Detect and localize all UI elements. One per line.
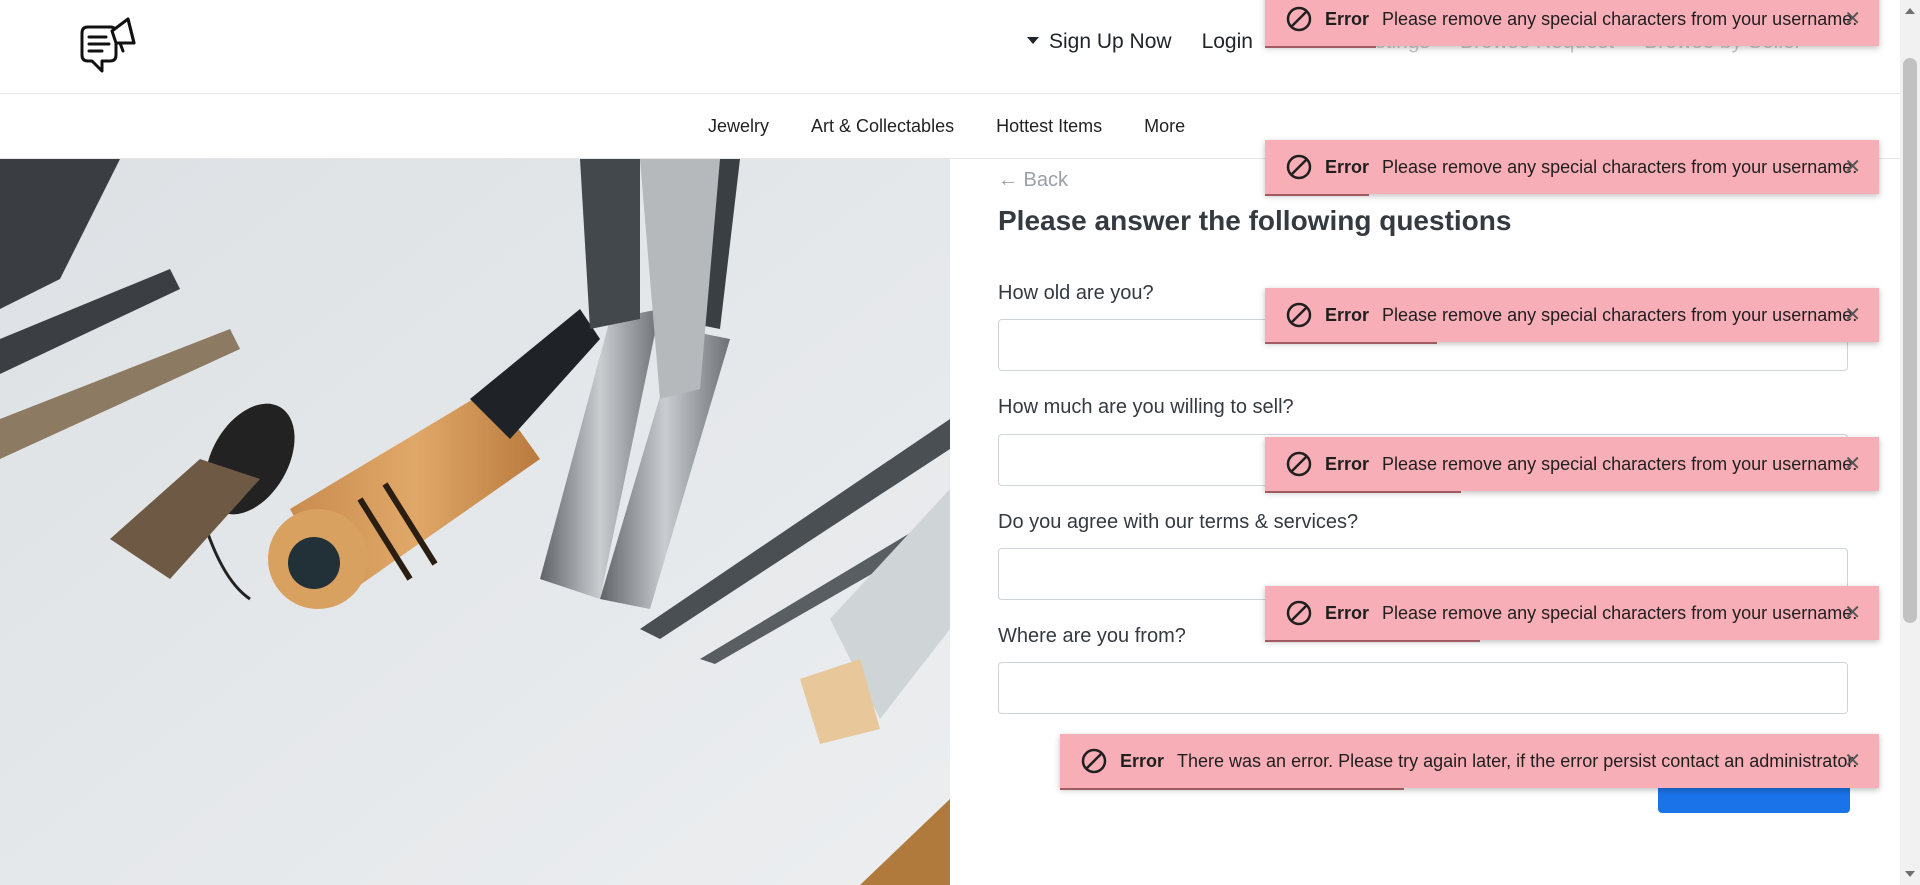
toast-message: There was an error. Please try again lat… bbox=[1177, 750, 1858, 771]
toast-progress bbox=[1265, 491, 1462, 493]
toast-title: Error bbox=[1325, 156, 1370, 177]
signup-dropdown[interactable]: Sign Up Now bbox=[1027, 30, 1172, 54]
prohibited-icon bbox=[1286, 600, 1312, 626]
error-toast: Error Please remove any special characte… bbox=[1265, 0, 1879, 48]
close-icon[interactable]: ✕ bbox=[1844, 600, 1861, 625]
prohibited-icon bbox=[1286, 302, 1312, 328]
category-more[interactable]: More bbox=[1144, 116, 1185, 137]
close-icon[interactable]: ✕ bbox=[1844, 748, 1861, 773]
prohibited-icon bbox=[1286, 6, 1312, 32]
question-age-label: How old are you? bbox=[998, 282, 1154, 304]
prohibited-icon bbox=[1081, 748, 1107, 774]
error-toast: Error Please remove any special characte… bbox=[1265, 140, 1879, 196]
scroll-down-icon[interactable] bbox=[1905, 871, 1915, 877]
close-icon[interactable]: ✕ bbox=[1844, 451, 1861, 476]
close-icon[interactable]: ✕ bbox=[1844, 302, 1861, 327]
login-link[interactable]: Login bbox=[1202, 30, 1253, 54]
close-icon[interactable]: ✕ bbox=[1844, 6, 1861, 31]
toast-progress bbox=[1265, 640, 1480, 642]
toast-title: Error bbox=[1120, 750, 1165, 771]
question-sell-label: How much are you willing to sell? bbox=[998, 396, 1294, 418]
toast-title: Error bbox=[1325, 602, 1370, 623]
error-toast: Error Please remove any special characte… bbox=[1265, 437, 1879, 493]
prohibited-icon bbox=[1286, 154, 1312, 180]
toast-message: Please remove any special characters fro… bbox=[1382, 602, 1858, 623]
close-icon[interactable]: ✕ bbox=[1844, 154, 1861, 179]
toast-progress bbox=[1265, 194, 1370, 196]
toast-title: Error bbox=[1325, 304, 1370, 325]
page-title: Please answer the following questions bbox=[998, 205, 1512, 236]
caret-down-icon bbox=[1027, 36, 1039, 44]
tools-photo bbox=[0, 159, 950, 885]
toast-progress bbox=[1265, 342, 1437, 344]
toast-title: Error bbox=[1325, 453, 1370, 474]
toast-message: Please remove any special characters fro… bbox=[1382, 156, 1858, 177]
toast-message: Please remove any special characters fro… bbox=[1382, 304, 1858, 325]
toast-message: Please remove any special characters fro… bbox=[1382, 8, 1858, 29]
page-scrollbar[interactable] bbox=[1900, 0, 1920, 885]
category-art-collectables[interactable]: Art & Collectables bbox=[811, 116, 954, 137]
toast-message: Please remove any special characters fro… bbox=[1382, 453, 1858, 474]
toast-title: Error bbox=[1325, 8, 1370, 29]
category-hottest-items[interactable]: Hottest Items bbox=[996, 116, 1102, 137]
error-toast: Error There was an error. Please try aga… bbox=[1060, 734, 1879, 790]
origin-input[interactable] bbox=[998, 662, 1848, 714]
back-link[interactable]: ← Back bbox=[998, 169, 1068, 192]
category-jewelry[interactable]: Jewelry bbox=[708, 116, 769, 137]
scroll-up-icon[interactable] bbox=[1905, 8, 1915, 14]
question-terms-label: Do you agree with our terms & services? bbox=[998, 511, 1359, 533]
hero-image bbox=[0, 159, 950, 885]
toast-progress bbox=[1060, 788, 1404, 790]
prohibited-icon bbox=[1286, 451, 1312, 477]
error-toast: Error Please remove any special characte… bbox=[1265, 586, 1879, 642]
signup-label: Sign Up Now bbox=[1049, 30, 1172, 53]
question-origin-label: Where are you from? bbox=[998, 625, 1186, 647]
scrollbar-thumb[interactable] bbox=[1903, 58, 1917, 623]
toast-progress bbox=[1265, 46, 1376, 48]
chat-megaphone-icon[interactable] bbox=[76, 13, 140, 79]
error-toast: Error Please remove any special characte… bbox=[1265, 288, 1879, 344]
